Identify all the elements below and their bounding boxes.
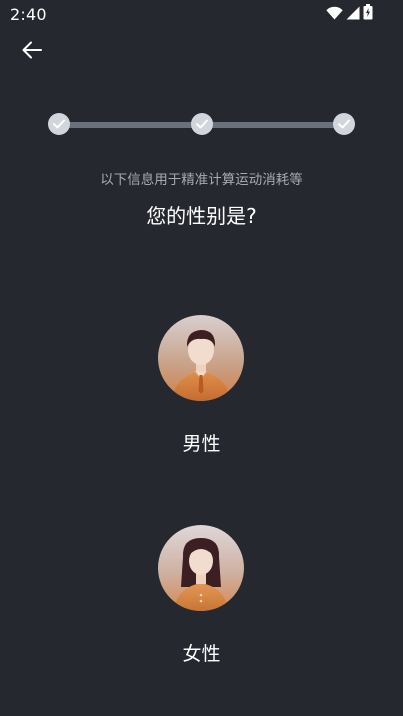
page-title: 您的性别是? xyxy=(146,204,257,228)
progress-stepper xyxy=(48,113,356,137)
check-icon xyxy=(337,115,351,134)
gender-option-female[interactable]: 女性 xyxy=(0,524,403,684)
wifi-icon xyxy=(326,5,343,24)
signal-icon xyxy=(346,5,360,24)
progress-step-2 xyxy=(191,113,213,135)
status-bar: 2:40 xyxy=(0,0,403,28)
check-icon xyxy=(52,115,66,134)
progress-step-3 xyxy=(333,113,355,135)
gender-label-male[interactable]: 男性 xyxy=(0,429,403,456)
page-subtitle: 以下信息用于精准计算运动消耗等 xyxy=(100,172,303,188)
female-avatar-icon[interactable] xyxy=(158,525,244,611)
battery-icon xyxy=(363,4,373,24)
arrow-left-icon xyxy=(21,40,43,64)
gender-option-male[interactable]: 男性 xyxy=(0,314,403,474)
male-avatar-icon[interactable] xyxy=(158,315,244,401)
progress-step-1 xyxy=(48,113,70,135)
gender-label-female[interactable]: 女性 xyxy=(0,639,403,666)
back-button[interactable] xyxy=(16,38,48,66)
status-time: 2:40 xyxy=(10,5,47,24)
check-icon xyxy=(195,115,209,134)
status-icons xyxy=(326,4,373,24)
